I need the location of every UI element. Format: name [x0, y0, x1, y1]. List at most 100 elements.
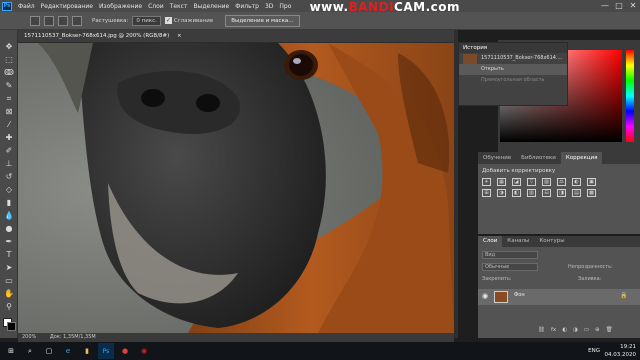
- hue-sat-icon[interactable]: ⚖: [557, 178, 566, 186]
- clock[interactable]: 19:21 04.03.2020: [605, 343, 637, 359]
- explorer-icon[interactable]: ▮: [79, 343, 95, 359]
- visibility-eye-icon[interactable]: ◉: [482, 292, 488, 300]
- history-brush-icon[interactable]: ↺: [4, 172, 14, 182]
- document-tab[interactable]: 1571110537_Bokser-768x614.jpg @ 200% (RG…: [18, 30, 454, 43]
- new-layer-icon[interactable]: ⊕: [595, 327, 600, 333]
- color-balance-icon[interactable]: ◐: [572, 178, 581, 186]
- crop-tool-icon[interactable]: ⌗: [4, 94, 14, 104]
- brush-tool-icon[interactable]: ✐: [4, 146, 14, 156]
- windows-taskbar: ⊞ ⌕ ▢ e ▮ Ps ● ◉ ENG 19:21 04.03.2020: [0, 342, 640, 360]
- blend-mode-select[interactable]: Обычные: [482, 263, 538, 271]
- tab-learn[interactable]: Обучение: [478, 152, 516, 164]
- search-icon[interactable]: ⌕: [22, 343, 38, 359]
- chrome-icon[interactable]: ●: [117, 343, 133, 359]
- maximize-button[interactable]: □: [612, 0, 626, 12]
- layers-tabs: Слои Каналы Контуры: [478, 236, 640, 247]
- add-adjustment-label: Добавить корректировку: [482, 168, 556, 174]
- gradient-tool-icon[interactable]: ▮: [4, 198, 14, 208]
- adjustment-icons: ☀ ▦ ◪ ▽ ▨ ⚖ ◐ ▣ ⊞ ◑ ◧ ▥ ⊟ ◨ ▤ ▩: [482, 178, 636, 197]
- boxer-dog-photo: [18, 43, 454, 333]
- color-lookup-icon[interactable]: ◧: [512, 189, 521, 197]
- task-view-icon[interactable]: ▢: [41, 343, 57, 359]
- quick-select-tool-icon[interactable]: ✎: [4, 81, 14, 91]
- type-tool-icon[interactable]: T: [4, 250, 14, 260]
- intersect-selection-icon[interactable]: [72, 15, 82, 26]
- exposure-icon[interactable]: ▽: [527, 178, 536, 186]
- zoom-level[interactable]: 200%: [22, 334, 36, 340]
- invert-icon[interactable]: ▥: [527, 189, 536, 197]
- feather-input[interactable]: 0 пикс.: [132, 15, 161, 26]
- layer-row-background[interactable]: ◉ Фон 🔒: [478, 289, 640, 305]
- edge-browser-icon[interactable]: e: [60, 343, 76, 359]
- selective-color-icon[interactable]: ▩: [587, 189, 596, 197]
- smoothing-checkbox[interactable]: ✓ Сглаживание: [164, 17, 213, 24]
- select-and-mask-button[interactable]: Выделение и маска...: [225, 14, 300, 27]
- minimize-button[interactable]: —: [598, 0, 612, 12]
- history-item-rect[interactable]: Прямоугольная область: [459, 75, 567, 86]
- tab-layers[interactable]: Слои: [478, 236, 503, 247]
- photoshop-taskbar-icon[interactable]: Ps: [98, 343, 114, 359]
- bw-icon[interactable]: ▣: [587, 178, 596, 186]
- zoom-tool-icon[interactable]: ⚲: [4, 302, 14, 312]
- gradient-map-icon[interactable]: ▤: [572, 189, 581, 197]
- menu-type[interactable]: Текст: [167, 3, 191, 10]
- feather-label: Растушевка:: [92, 17, 129, 24]
- clone-stamp-icon[interactable]: ⊥: [4, 159, 14, 169]
- blur-tool-icon[interactable]: 💧: [4, 211, 14, 221]
- adjustment-layer-icon[interactable]: ◑: [573, 327, 578, 333]
- eraser-tool-icon[interactable]: ◇: [4, 185, 14, 195]
- eyedropper-tool-icon[interactable]: ⁄: [4, 120, 14, 130]
- photo-filter-icon[interactable]: ⊞: [482, 189, 491, 197]
- add-selection-icon[interactable]: [44, 15, 54, 26]
- path-select-icon[interactable]: ➤: [4, 263, 14, 273]
- pen-tool-icon[interactable]: ✒: [4, 237, 14, 247]
- tab-adjustments[interactable]: Коррекция: [560, 152, 603, 164]
- shape-tool-icon[interactable]: ▭: [4, 276, 14, 286]
- lasso-tool-icon[interactable]: ↂ: [4, 68, 14, 78]
- history-item-open[interactable]: Открыть: [459, 64, 567, 75]
- menu-view[interactable]: Про: [276, 3, 294, 10]
- group-icon[interactable]: ▭: [584, 327, 589, 333]
- posterize-icon[interactable]: ⊟: [542, 189, 551, 197]
- hand-tool-icon[interactable]: ✋: [4, 289, 14, 299]
- menu-image[interactable]: Изображение: [96, 3, 145, 10]
- close-button[interactable]: ✕: [626, 0, 640, 12]
- curves-icon[interactable]: ◪: [512, 178, 521, 186]
- layer-filter-input[interactable]: Вид: [482, 251, 538, 259]
- history-item-label: Прямоугольная область: [481, 77, 545, 83]
- menu-layers[interactable]: Слои: [145, 3, 167, 10]
- menu-edit[interactable]: Редактирование: [38, 3, 96, 10]
- history-snapshot[interactable]: 1571110537_Bokser-768x614....: [459, 53, 567, 65]
- menu-file[interactable]: Файл: [15, 3, 38, 10]
- new-selection-icon[interactable]: [30, 15, 40, 26]
- link-layers-icon[interactable]: ⛓: [538, 327, 545, 333]
- marquee-tool-icon[interactable]: ⬚: [4, 55, 14, 65]
- background-color-swatch[interactable]: [7, 322, 16, 331]
- menu-select[interactable]: Выделение: [190, 3, 232, 10]
- bandicam-icon[interactable]: ◉: [136, 343, 152, 359]
- dodge-tool-icon[interactable]: ●: [4, 224, 14, 234]
- layer-thumbnail: [494, 291, 508, 303]
- mask-icon[interactable]: ◐: [562, 327, 567, 333]
- menu-3d[interactable]: 3D: [262, 3, 276, 10]
- healing-brush-icon[interactable]: ✚: [4, 133, 14, 143]
- trash-icon[interactable]: 🗑: [606, 327, 613, 333]
- start-button-icon[interactable]: ⊞: [3, 343, 19, 359]
- threshold-icon[interactable]: ◨: [557, 189, 566, 197]
- language-indicator[interactable]: ENG: [588, 348, 600, 354]
- image-canvas[interactable]: [18, 43, 454, 333]
- hue-slider[interactable]: [626, 50, 634, 142]
- close-tab-icon[interactable]: ×: [177, 33, 182, 39]
- tab-channels[interactable]: Каналы: [502, 236, 534, 247]
- subtract-selection-icon[interactable]: [58, 15, 68, 26]
- channel-mixer-icon[interactable]: ◑: [497, 189, 506, 197]
- menu-filter[interactable]: Фильтр: [232, 3, 262, 10]
- move-tool-icon[interactable]: ✥: [4, 42, 14, 52]
- fx-icon[interactable]: fx: [551, 327, 556, 333]
- vibrance-icon[interactable]: ▨: [542, 178, 551, 186]
- tab-libraries[interactable]: Библиотеки: [516, 152, 561, 164]
- brightness-icon[interactable]: ☀: [482, 178, 491, 186]
- tab-paths[interactable]: Контуры: [534, 236, 569, 247]
- levels-icon[interactable]: ▦: [497, 178, 506, 186]
- frame-tool-icon[interactable]: ⊠: [4, 107, 14, 117]
